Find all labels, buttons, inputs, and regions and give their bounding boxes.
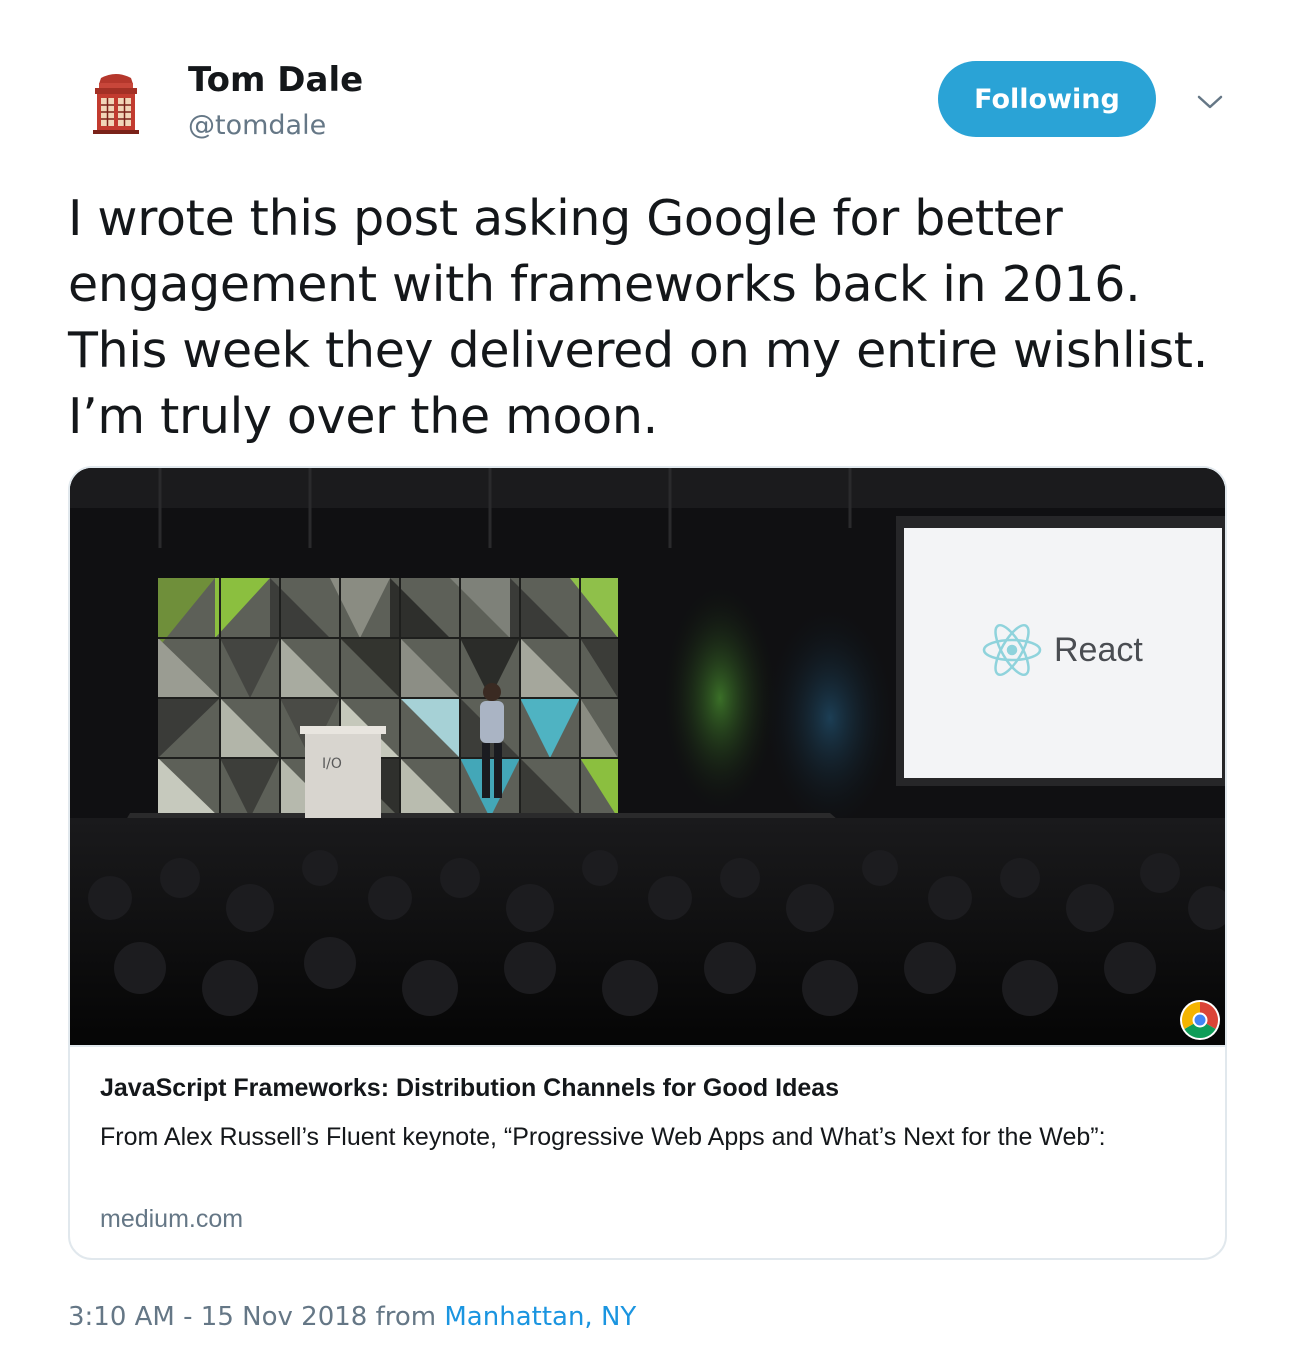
author-handle[interactable]: @tomdale: [188, 110, 326, 141]
screen-text: React: [1054, 631, 1143, 669]
card-body[interactable]: JavaScript Frameworks: Distribution Chan…: [70, 1045, 1225, 1258]
card-description: From Alex Russell’s Fluent keynote, “Pro…: [100, 1123, 1106, 1151]
link-card[interactable]: I/O React JavaScript Frameworks: Distrib…: [68, 466, 1227, 1260]
chrome-icon: [1180, 1000, 1220, 1040]
conference-stage-photo: I/O React: [70, 468, 1225, 1045]
card-title[interactable]: JavaScript Frameworks: Distribution Chan…: [100, 1074, 839, 1103]
author-name[interactable]: Tom Dale: [188, 60, 363, 100]
tweet-date[interactable]: 15 Nov 2018: [201, 1302, 368, 1332]
tweet-metadata: 3:10 AM - 15 Nov 2018 from Manhattan, NY: [68, 1302, 636, 1332]
following-button[interactable]: Following: [938, 61, 1156, 137]
tweet-location[interactable]: Manhattan, NY: [444, 1302, 636, 1332]
tweet-header: Tom Dale @tomdale Following: [0, 0, 1298, 160]
tweet-text: I wrote this post asking Google for bett…: [68, 190, 1208, 445]
phone-booth-avatar-icon[interactable]: [91, 70, 141, 134]
card-domain: medium.com: [100, 1205, 244, 1233]
tweet-time[interactable]: 3:10 AM: [68, 1302, 175, 1332]
meta-from: from: [367, 1302, 445, 1332]
chevron-down-icon[interactable]: [1196, 92, 1224, 112]
podium-logo: I/O: [322, 756, 342, 772]
card-image[interactable]: I/O React: [70, 468, 1225, 1045]
meta-separator: -: [174, 1302, 201, 1332]
